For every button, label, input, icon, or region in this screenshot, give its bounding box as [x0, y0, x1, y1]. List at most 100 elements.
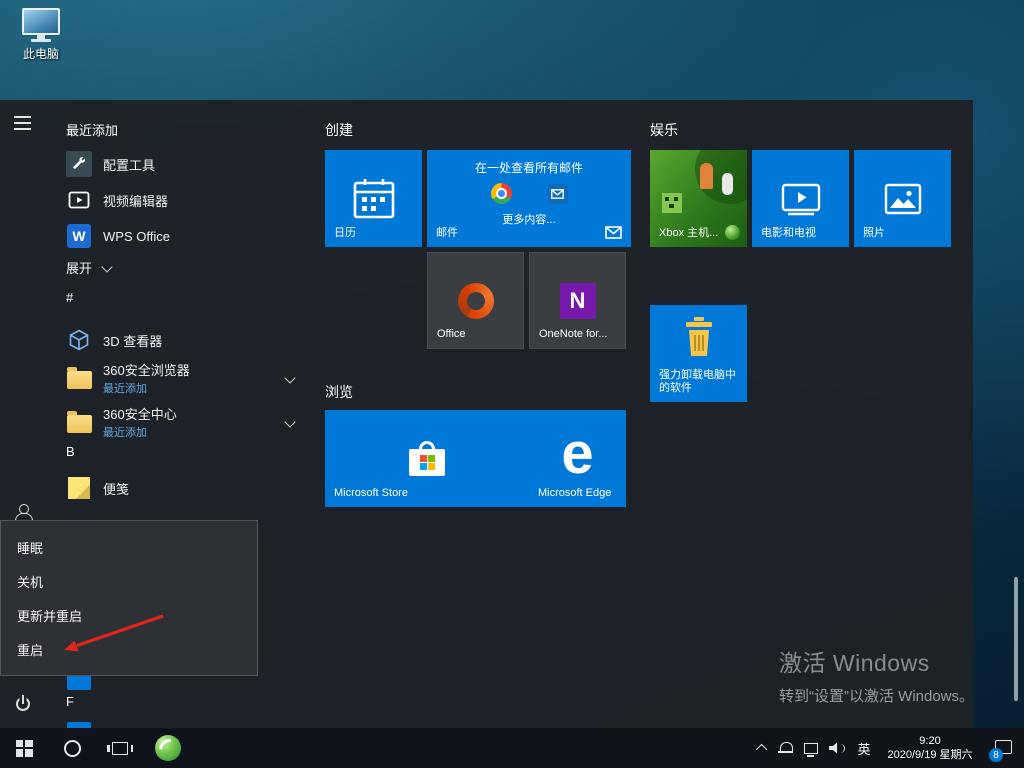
tile-uninstaller[interactable]: 强力卸载电脑中的软件: [650, 305, 747, 402]
app-item-video-editor[interactable]: 视频编辑器: [62, 182, 310, 218]
windows-logo-icon: [15, 739, 33, 757]
tile-group-entertainment[interactable]: 娱乐: [650, 120, 678, 140]
power-icon: [14, 695, 32, 713]
power-menu-sleep[interactable]: 睡眠: [1, 530, 257, 564]
ime-label: 英: [857, 741, 871, 757]
app-item-3d-viewer[interactable]: 3D 查看器: [62, 322, 310, 358]
xbox-sphere-icon: [725, 225, 740, 240]
tray-network-button[interactable]: [798, 728, 824, 768]
taskbar-app-360-browser[interactable]: [144, 728, 192, 768]
app-icon: [66, 721, 92, 728]
app-item-subtitle: 最近添加: [103, 383, 147, 395]
this-pc-label: 此电脑: [22, 47, 59, 61]
tile-mail[interactable]: 在一处查看所有邮件 更多内容... 邮件: [427, 150, 631, 247]
start-button[interactable]: [0, 728, 48, 768]
expand-label: 展开: [66, 260, 93, 276]
tile-group-browse[interactable]: 浏览: [325, 382, 353, 402]
app-item-partially-hidden[interactable]: [62, 716, 310, 728]
tile-label: 照片: [863, 227, 885, 239]
tile-label: OneNote for...: [539, 328, 608, 340]
power-menu-shutdown[interactable]: 关机: [1, 564, 257, 598]
app-item-360-center[interactable]: 360安全中心 最近添加: [62, 400, 310, 444]
tray-bell-button[interactable]: [774, 728, 798, 768]
app-item-label: 配置工具: [103, 157, 156, 173]
app-item-sticky-notes[interactable]: 便笺: [62, 470, 310, 506]
wrench-icon: [66, 151, 92, 177]
tile-photos[interactable]: 照片: [854, 150, 951, 247]
tray-volume-button[interactable]: [824, 728, 850, 768]
app-item-label: WPS Office: [103, 228, 170, 244]
section-header-hash[interactable]: #: [66, 290, 73, 305]
app-item-subtitle: 最近添加: [103, 427, 147, 439]
tile-microsoft-store[interactable]: Microsoft Store: [325, 410, 529, 507]
tile-label: 电影和电视: [761, 227, 816, 239]
tile-label: Microsoft Store: [334, 487, 408, 499]
mail-more-text: 更多内容...: [502, 214, 556, 226]
folder-icon: [66, 409, 92, 435]
app-item-label: 便笺: [103, 481, 130, 497]
power-menu-update-restart[interactable]: 更新并重启: [1, 598, 257, 632]
chevron-down-icon[interactable]: [284, 416, 296, 428]
power-button[interactable]: [14, 695, 32, 713]
chevron-down-icon: [101, 261, 113, 273]
tile-group-create[interactable]: 创建: [325, 120, 353, 140]
recent-added-header: 最近添加: [66, 123, 119, 138]
xbox-art-creeper: [662, 193, 682, 213]
task-view-button[interactable]: [96, 728, 144, 768]
action-center-button[interactable]: 8: [982, 728, 1024, 768]
bell-icon: [778, 742, 793, 754]
app-item-label: 360安全中心: [103, 407, 177, 422]
video-editor-icon: [66, 187, 92, 213]
tile-office[interactable]: Office: [427, 252, 524, 349]
search-button[interactable]: [48, 728, 96, 768]
app-item-wps-office[interactable]: W WPS Office: [62, 218, 310, 254]
tile-onenote[interactable]: N OneNote for...: [529, 252, 626, 349]
tile-label: 强力卸载电脑中的软件: [659, 369, 736, 394]
app-item-label: 360安全浏览器: [103, 363, 190, 378]
sticky-note-icon: [66, 475, 92, 501]
mail-headline: 在一处查看所有邮件: [474, 161, 583, 175]
app-item-config-tool[interactable]: 配置工具: [62, 146, 310, 182]
tray-expand-button[interactable]: [752, 728, 774, 768]
tile-label: Xbox 主机...: [659, 227, 719, 239]
taskbar-clock[interactable]: 9:20 2020/9/19 星期六: [878, 734, 982, 762]
this-pc-icon: [22, 8, 60, 42]
expand-button[interactable]: 展开: [62, 254, 310, 280]
tile-microsoft-edge[interactable]: e Microsoft Edge: [529, 410, 626, 507]
desktop-icon-this-pc[interactable]: 此电脑: [12, 8, 70, 62]
task-view-icon: [107, 741, 133, 755]
network-icon: [804, 742, 818, 757]
scrollbar-thumb[interactable]: [1014, 577, 1018, 701]
clock-date: 2020/9/19 星期六: [887, 749, 973, 761]
app-item-label: 3D 查看器: [103, 333, 163, 349]
power-menu-restart[interactable]: 重启: [1, 632, 257, 666]
ime-indicator[interactable]: 英: [850, 728, 878, 768]
section-header-f[interactable]: F: [66, 694, 74, 709]
xbox-art-figure: [722, 173, 733, 195]
tile-label: 邮件: [436, 227, 458, 239]
onenote-letter: N: [559, 282, 596, 319]
edge-letter: e: [561, 420, 594, 486]
tile-calendar[interactable]: 日历: [325, 150, 422, 247]
chevron-up-icon: [755, 743, 768, 756]
speaker-icon: [829, 742, 845, 754]
system-tray: 英 9:20 2020/9/19 星期六 8: [752, 728, 1024, 768]
tile-label: 日历: [334, 227, 356, 239]
xbox-art-figure: [700, 163, 713, 189]
wps-letter: W: [67, 224, 91, 248]
360-browser-icon: [155, 735, 181, 761]
envelope-icon: [605, 226, 622, 239]
tile-movies-tv[interactable]: 电影和电视: [752, 150, 849, 247]
cortana-circle-icon: [63, 739, 81, 757]
chevron-down-icon[interactable]: [284, 372, 296, 384]
chrome-icon: [490, 183, 512, 204]
section-header-b[interactable]: B: [66, 444, 75, 459]
power-flyout-menu: 睡眠 关机 更新并重启 重启: [0, 520, 258, 676]
menu-expand-button[interactable]: [14, 116, 34, 134]
clock-time: 9:20: [919, 735, 941, 747]
outlook-icon: [547, 183, 568, 204]
3d-cube-icon: [66, 327, 92, 353]
folder-icon: [66, 365, 92, 391]
app-item-360-browser[interactable]: 360安全浏览器 最近添加: [62, 356, 310, 400]
tile-xbox[interactable]: Xbox 主机...: [650, 150, 747, 247]
